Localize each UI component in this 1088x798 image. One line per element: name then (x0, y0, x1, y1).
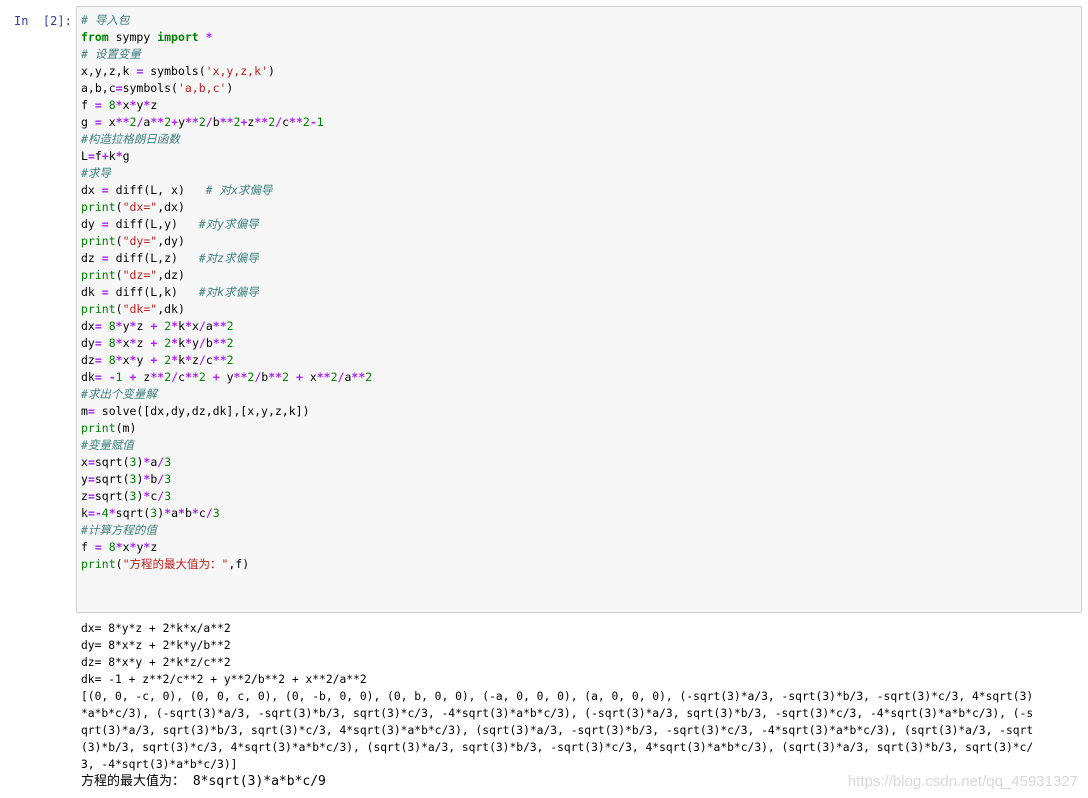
code-line: dx = diff(L, x) # 对x求偏导 (81, 183, 273, 197)
output-line: qrt(3)*a/3, sqrt(3)*b/3, sqrt(3)*c/3, 4*… (81, 724, 1034, 737)
code-line: print("dy=",dy) (81, 234, 185, 248)
code-line: #构造拉格朗日函数 (81, 132, 180, 146)
code-line: dk= -1 + z**2/c**2 + y**2/b**2 + x**2/a*… (81, 370, 373, 384)
code-line: print("dz=",dz) (81, 268, 185, 282)
code-line: print("dk=",dk) (81, 302, 185, 316)
code-line: dx= 8*y*z + 2*k*x/a**2 (81, 319, 234, 333)
code-line: dy= 8*x*z + 2*k*y/b**2 (81, 336, 234, 350)
code-line: a,b,c=symbols('a,b,c') (81, 81, 234, 95)
output-line: [(0, 0, -c, 0), (0, 0, c, 0), (0, -b, 0,… (81, 690, 1034, 703)
code-line: #求导 (81, 166, 111, 180)
code-line: f = 8*x*y*z (81, 98, 158, 112)
code-line: #求出个变量解 (81, 387, 157, 401)
code-line: m= solve([dx,dy,dz,dk],[x,y,z,k]) (81, 404, 310, 418)
code-line: f = 8*x*y*z (81, 540, 158, 554)
code-line: print("dx=",dx) (81, 200, 185, 214)
code-line: k=-4*sqrt(3)*a*b*c/3 (81, 506, 220, 520)
output-line: dx= 8*y*z + 2*k*x/a**2 (81, 622, 231, 635)
code-line: z=sqrt(3)*c/3 (81, 489, 172, 503)
code-line: x,y,z,k = symbols('x,y,z,k') (81, 64, 275, 78)
code-line: print("方程的最大值为：",f) (81, 557, 250, 571)
code-line: L=f+k*g (81, 149, 130, 163)
code-line: from sympy import * (81, 30, 213, 44)
code-line: #变量赋值 (81, 438, 134, 452)
code-line: g = x**2/a**2+y**2/b**2+z**2/c**2-1 (81, 115, 324, 129)
output-line: dy= 8*x*z + 2*k*y/b**2 (81, 639, 231, 652)
code-line: dz = diff(L,z) #对z求偏导 (81, 251, 259, 265)
output-line: dz= 8*x*y + 2*k*z/c**2 (81, 656, 231, 669)
code-line: print(m) (81, 421, 137, 435)
watermark: https://blog.csdn.net/qq_45931327 (847, 773, 1078, 790)
output-line: *a*b*c/3), (-sqrt(3)*a/3, -sqrt(3)*b/3, … (81, 707, 1034, 720)
code-line: x=sqrt(3)*a/3 (81, 455, 172, 469)
code-input-area[interactable]: # 导入包 from sympy import * # 设置变量 x,y,z,k = … (76, 6, 1082, 613)
code-editor[interactable]: # 导入包 from sympy import * # 设置变量 x,y,z,k = … (81, 12, 372, 573)
output-line: 3, -4*sqrt(3)*a*b*c/3)] (81, 758, 238, 771)
cell-output: dx= 8*y*z + 2*k*x/a**2 dy= 8*x*z + 2*k*y/… (81, 620, 1081, 790)
output-line: dk= -1 + z**2/c**2 + y**2/b**2 + x**2/a*… (81, 673, 367, 686)
input-prompt: In [2]: (14, 14, 72, 28)
code-line: #计算方程的值 (81, 523, 157, 537)
code-line: # 导入包 (81, 13, 130, 27)
code-line: dy = diff(L,y) #对y求偏导 (81, 217, 259, 231)
code-line: dz= 8*x*y + 2*k*z/c**2 (81, 353, 234, 367)
code-line: dk = diff(L,k) #对k求偏导 (81, 285, 259, 299)
code-line: # 设置变量 (81, 47, 141, 61)
code-line: y=sqrt(3)*b/3 (81, 472, 172, 486)
output-line: (3)*b/3, sqrt(3)*c/3, 4*sqrt(3)*a*b*c/3)… (81, 741, 1034, 754)
